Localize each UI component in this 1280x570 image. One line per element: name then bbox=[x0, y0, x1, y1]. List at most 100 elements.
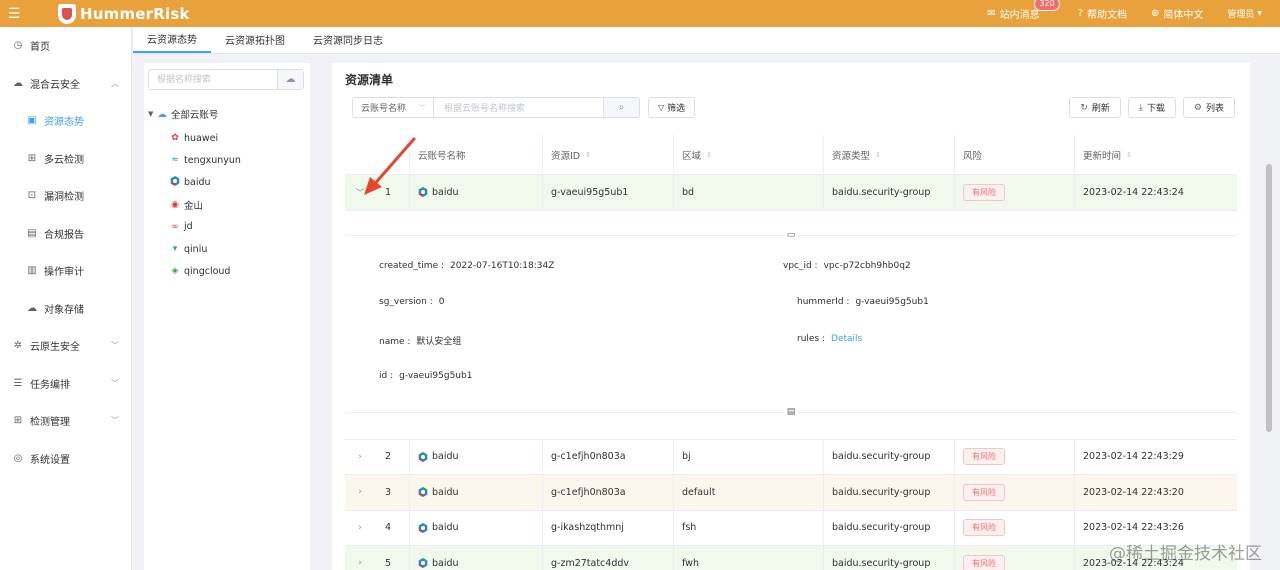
sidebar-item-audit[interactable]: ▥ 操作审计 bbox=[0, 252, 131, 290]
row-region: bj bbox=[674, 439, 824, 474]
row-index: 4 bbox=[375, 510, 410, 545]
tree-search-input[interactable] bbox=[149, 70, 277, 89]
expand-chevron-right-icon[interactable]: › bbox=[345, 475, 375, 510]
row-risk: 有风险 bbox=[955, 546, 1075, 570]
sidebar-item-label: 检测管理 bbox=[30, 417, 70, 429]
detail-key: rules : bbox=[797, 333, 826, 344]
filter-button[interactable]: ▽ 筛选 bbox=[648, 97, 696, 118]
tab-sync-log[interactable]: 云资源同步日志 bbox=[299, 26, 397, 53]
columns-button[interactable]: ⚙ 列表 bbox=[1182, 97, 1235, 118]
risk-badge[interactable]: 有风险 bbox=[963, 554, 1005, 570]
risk-badge[interactable]: 有风险 bbox=[963, 448, 1005, 466]
table-row[interactable]: ﹀ 1 baidu g-vaeui95g5ub1 bd baidu.securi… bbox=[345, 175, 1237, 211]
sidebar-item-check-management[interactable]: ⊞ 检测管理 ﹀ bbox=[0, 402, 131, 440]
audit-icon: ▥ bbox=[27, 265, 37, 277]
col-label: 更新时间 bbox=[1083, 150, 1122, 162]
page-scrollbar[interactable] bbox=[1266, 164, 1272, 432]
expand-chevron-right-icon[interactable]: › bbox=[345, 511, 375, 546]
annotation-arrow-icon bbox=[364, 137, 416, 195]
list-icon: ☰ bbox=[13, 377, 23, 389]
table-row[interactable]: › 4 baidu g-ikashzqthmnj fsh baidu.secur… bbox=[345, 510, 1237, 546]
detail-value: g-vaeui95g5ub1 bbox=[855, 296, 929, 307]
sidebar-item-resource-status[interactable]: ▣ 资源态势 bbox=[0, 102, 131, 140]
rules-details-link[interactable]: Details bbox=[831, 334, 862, 344]
sidebar-item-vuln-check[interactable]: ⊡ 漏洞检测 bbox=[0, 177, 131, 215]
tree-root[interactable]: ▼ ☁ 全部云账号 bbox=[148, 107, 218, 122]
detail-id: id : g-vaeui95g5ub1 bbox=[379, 371, 472, 381]
detail-value: vpc-p72cbh9hb0q2 bbox=[823, 260, 911, 271]
sort-icon[interactable]: ⇕ bbox=[875, 151, 881, 159]
sidebar-item-hybrid-cloud[interactable]: ☁ 混合云安全 ︿ bbox=[0, 65, 131, 103]
download-button[interactable]: ⤓ 下载 bbox=[1127, 97, 1176, 118]
col-label: 资源类型 bbox=[832, 150, 871, 162]
download-icon: ⤓ bbox=[1138, 102, 1143, 113]
detail-value: 0 bbox=[438, 296, 445, 307]
sidebar-item-label: 混合云安全 bbox=[30, 79, 80, 91]
col-account[interactable]: 云账号名称 bbox=[410, 135, 543, 174]
sort-icon[interactable]: ⇕ bbox=[706, 151, 712, 159]
table-row[interactable]: › 5 baidu g-zm27tatc4ddv fwh baidu.secur… bbox=[345, 546, 1237, 570]
sidebar-item-label: 系统设置 bbox=[30, 454, 70, 466]
tree-node-jd[interactable]: ∞ jd bbox=[170, 216, 241, 238]
detail-value: 2022-07-16T10:18:34Z bbox=[450, 260, 555, 271]
table-row[interactable]: › 2 baidu g-c1efjh0n803a bj baidu.securi… bbox=[345, 439, 1237, 475]
risk-badge[interactable]: 有风险 bbox=[963, 483, 1005, 501]
download-label: 下载 bbox=[1146, 104, 1165, 114]
sidebar-item-label: 操作审计 bbox=[44, 267, 84, 279]
tree-node-qingcloud[interactable]: ◈ qingcloud bbox=[170, 260, 241, 282]
app-name: HummerRisk bbox=[80, 4, 190, 23]
sidebar-item-label: 漏洞检测 bbox=[44, 192, 84, 204]
tree-node-huawei[interactable]: ✿ huawei bbox=[170, 127, 241, 149]
cloud-sync-icon[interactable]: ☁ bbox=[277, 70, 303, 89]
user-menu[interactable]: 管理员 ▼ bbox=[1227, 7, 1262, 20]
logo[interactable]: HummerRisk bbox=[58, 3, 190, 24]
sidebar-item-system-settings[interactable]: ◎ 系统设置 bbox=[0, 440, 131, 478]
sidebar-item-compliance-report[interactable]: ▤ 合规报告 bbox=[0, 215, 131, 253]
resource-search-input[interactable]: 根据云账号名称搜索 bbox=[434, 97, 604, 118]
refresh-button[interactable]: ↻ 刷新 bbox=[1069, 97, 1121, 118]
account-label: baidu bbox=[432, 451, 459, 463]
globe-icon: ⊕ bbox=[1150, 8, 1160, 19]
sidebar-item-object-storage[interactable]: ☁ 对象存储 bbox=[0, 290, 131, 328]
expand-chevron-right-icon[interactable]: › bbox=[345, 440, 375, 475]
tree-node-label: jd bbox=[184, 221, 193, 233]
help-button[interactable]: ? 帮助文档 bbox=[1078, 6, 1127, 21]
col-resource-id[interactable]: 资源ID ⇕ bbox=[543, 135, 674, 174]
chevron-down-icon: ﹀ bbox=[111, 341, 119, 351]
tree-node-tengxunyun[interactable]: ≈ tengxunyun bbox=[170, 149, 241, 171]
messages-label: 站内消息 bbox=[999, 10, 1040, 21]
col-risk[interactable]: 风险 bbox=[955, 135, 1075, 174]
language-button[interactable]: ⊕ 简体中文 bbox=[1151, 6, 1203, 21]
qingcloud-icon: ◈ bbox=[171, 266, 179, 277]
messages-button[interactable]: ✉ 站内消息 320 bbox=[987, 0, 1060, 21]
sort-icon[interactable]: ⇕ bbox=[585, 151, 591, 159]
sort-icon[interactable]: ⇕ bbox=[1126, 151, 1132, 159]
expand-chevron-right-icon[interactable]: › bbox=[345, 546, 375, 570]
messages-badge: 320 bbox=[1034, 0, 1060, 11]
col-region[interactable]: 区域 ⇕ bbox=[674, 135, 824, 174]
tab-resource-topology[interactable]: 云资源拓扑图 bbox=[211, 26, 299, 53]
col-time[interactable]: 更新时间 ⇕ bbox=[1075, 135, 1237, 174]
table-row[interactable]: › 3 baidu g-c1efjh0n803a default baidu.s… bbox=[345, 475, 1237, 511]
account-label: baidu bbox=[432, 522, 459, 534]
language-label: 简体中文 bbox=[1163, 10, 1204, 21]
tree-node-qiniu[interactable]: ▾ qiniu bbox=[170, 238, 241, 260]
sidebar-item-home[interactable]: ◷ 首页 bbox=[0, 27, 131, 65]
account-tree-panel: ☁ ▼ ☁ 全部云账号 ✿ huawei ≈ tengxunyun baidu ◉ 金… bbox=[144, 63, 310, 570]
sidebar-item-multicloud-check[interactable]: ⊞ 多云检测 bbox=[0, 140, 131, 178]
sidebar-item-cloud-native[interactable]: ✲ 云原生安全 ﹀ bbox=[0, 327, 131, 365]
tree-list: ✿ huawei ≈ tengxunyun baidu ◉ 金山 ∞ jd ▾ qiniu… bbox=[170, 127, 241, 282]
search-icon[interactable]: ⌕ bbox=[604, 97, 640, 118]
risk-badge[interactable]: 有风险 bbox=[963, 519, 1005, 537]
chart-icon: ▣ bbox=[27, 115, 37, 127]
col-type[interactable]: 资源类型 ⇕ bbox=[824, 135, 955, 174]
tree-node-baidu[interactable]: baidu bbox=[170, 171, 241, 193]
tree-node-jinshan[interactable]: ◉ 金山 bbox=[170, 194, 241, 216]
risk-badge[interactable]: 有风险 bbox=[963, 183, 1005, 201]
menu-icon[interactable]: ☰ bbox=[0, 0, 28, 27]
account-field-select[interactable]: 云账号名称 ﹀ bbox=[352, 97, 434, 118]
sidebar-item-task-orchestration[interactable]: ☰ 任务编排 ﹀ bbox=[0, 365, 131, 403]
chevron-down-icon: ﹀ bbox=[418, 103, 425, 112]
row-resource-id: g-zm27tatc4ddv bbox=[543, 546, 674, 570]
tab-resource-status[interactable]: 云资源态势 bbox=[133, 26, 211, 53]
